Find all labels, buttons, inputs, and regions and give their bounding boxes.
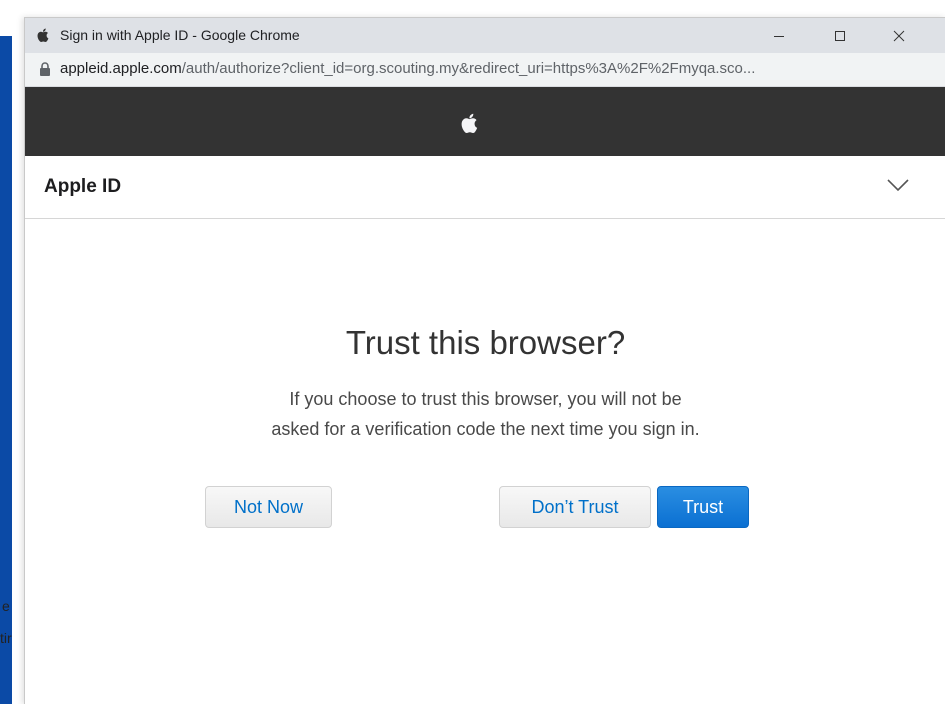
dialog-description: If you choose to trust this browser, you…	[25, 384, 945, 444]
browser-popup-window: Sign in with Apple ID - Google Chrome ap…	[24, 17, 945, 704]
window-titlebar[interactable]: Sign in with Apple ID - Google Chrome	[25, 18, 945, 53]
trust-dialog: Trust this browser? If you choose to tru…	[25, 219, 945, 704]
address-bar[interactable]: appleid.apple.com/auth/authorize?client_…	[25, 53, 945, 87]
minimize-icon	[774, 35, 784, 37]
screen: e tir Sign in with Apple ID - Google Chr…	[0, 0, 945, 704]
description-line: asked for a verification code the next t…	[271, 419, 700, 439]
not-now-button[interactable]: Not Now	[205, 486, 332, 528]
dont-trust-button[interactable]: Don’t Trust	[499, 486, 651, 528]
url-path: /auth/authorize?client_id=org.scouting.m…	[181, 60, 756, 77]
window-title: Sign in with Apple ID - Google Chrome	[60, 27, 300, 43]
apple-id-title: Apple ID	[44, 176, 122, 197]
apple-id-bar: Apple ID	[25, 156, 945, 219]
background-text-fragment: tir	[0, 630, 12, 646]
minimize-button[interactable]	[756, 18, 802, 53]
dialog-heading: Trust this browser?	[345, 324, 626, 361]
close-icon	[893, 30, 905, 41]
apple-logo-icon	[461, 113, 478, 133]
chevron-down-icon[interactable]	[887, 178, 909, 192]
close-button[interactable]	[876, 18, 922, 53]
maximize-icon	[835, 30, 845, 41]
lock-icon[interactable]	[39, 62, 51, 77]
url-text[interactable]: appleid.apple.com/auth/authorize?client_…	[60, 60, 935, 77]
maximize-button[interactable]	[817, 18, 863, 53]
url-host: appleid.apple.com	[60, 60, 182, 77]
background-page: e tir	[0, 0, 26, 704]
description-line: If you choose to trust this browser, you…	[289, 389, 682, 409]
apple-header-bar	[25, 87, 945, 156]
background-text-fragment: e	[2, 598, 10, 614]
trust-button[interactable]: Trust	[657, 486, 749, 528]
apple-logo-icon	[37, 28, 49, 42]
